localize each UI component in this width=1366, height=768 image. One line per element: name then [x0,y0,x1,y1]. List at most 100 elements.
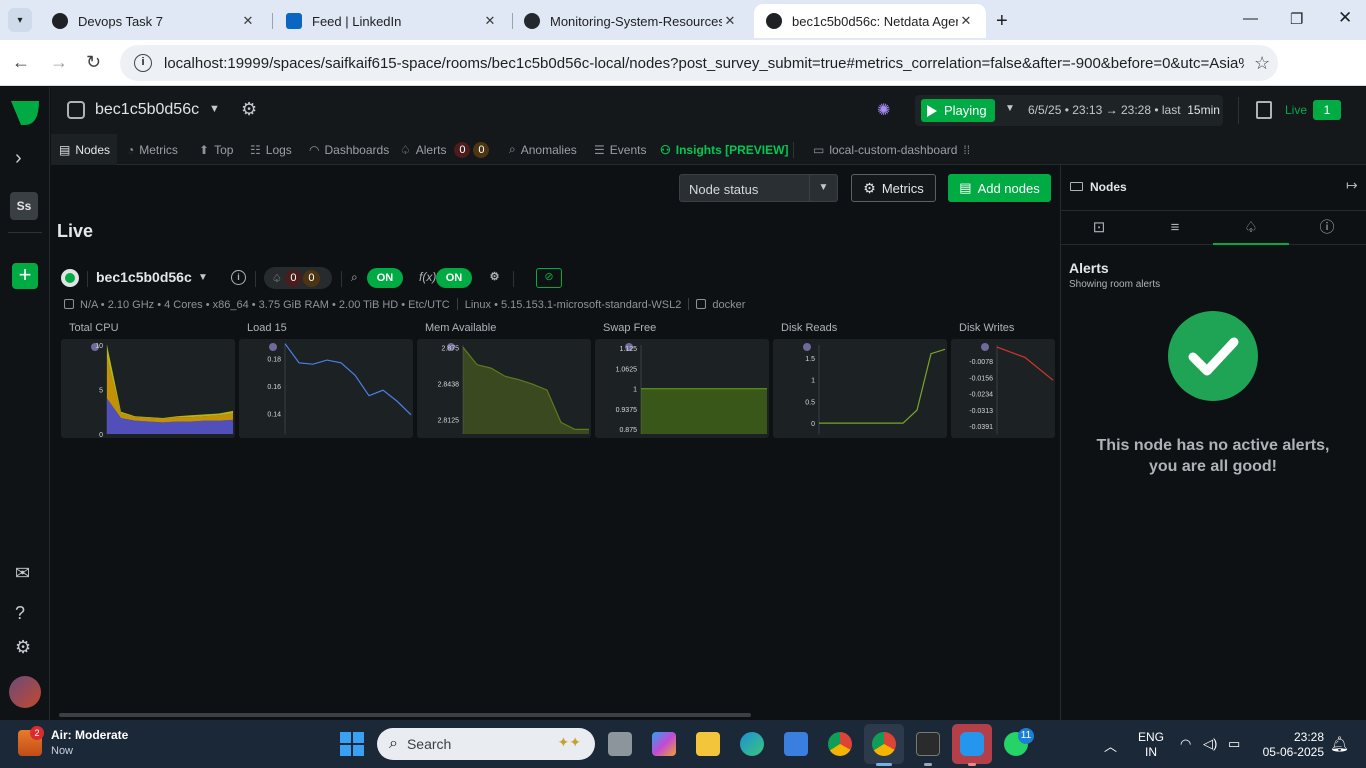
forward-icon[interactable]: → [50,52,68,73]
critical-count: 0 [284,269,302,287]
room-settings-gear-icon[interactable]: ⚙ [241,99,257,120]
drag-handle-icon[interactable]: ⁞⁞ [963,143,970,157]
y-tick-label: 1.125 [619,346,637,353]
chart-load-15[interactable]: 0.18 0.16 0.14 [239,339,413,438]
chart-disk-reads[interactable]: 1.5 1 0.5 0 [773,339,947,438]
create-space-button[interactable]: + [12,263,38,289]
tab-alerts-bell-icon[interactable]: ♤ [1213,211,1289,245]
windows-taskbar: 2 Air: Moderate Now ⌕ Search ✦✦ 11 ︿ ENG IN… [0,720,1366,768]
chevron-down-icon[interactable]: ▼ [1005,103,1015,114]
live-node-count-badge[interactable]: 1 [1313,100,1341,120]
docker-icon[interactable] [960,732,984,756]
taskbar-search[interactable]: ⌕ Search ✦✦ [377,728,595,760]
close-tab-icon[interactable]: ✕ [722,13,738,29]
node-name-link[interactable]: bec1c5b0d56c [96,269,192,285]
node-status-select[interactable]: Node status ▼ [679,174,838,202]
y-tick-label: 0.5 [805,399,815,406]
microsoft-store-icon[interactable] [784,732,808,756]
tab-info-icon[interactable]: ⓘ [1289,211,1365,245]
back-icon[interactable]: ← [12,52,30,73]
lightbulb-icon[interactable]: ✺ [877,100,890,120]
chart-swap-free[interactable]: 1.125 1.0625 1 0.9375 0.875 [595,339,769,438]
playing-button[interactable]: Playing [921,99,995,122]
system-clock[interactable]: 23:28 05-06-2025 [1254,730,1324,760]
new-tab-icon[interactable]: + [996,10,1008,33]
netdata-logo-icon[interactable] [9,99,41,127]
ml-on-toggle[interactable]: ON [367,268,403,288]
tab-logs[interactable]: ☷ Logs [250,134,292,165]
settings-gear-icon[interactable]: ⚙ [15,637,31,658]
notifications-bell-icon[interactable]: 🔔︎ [1330,735,1349,753]
tray-overflow-chevron-icon[interactable]: ︿ [1104,736,1117,755]
copilot-icon[interactable] [652,732,676,756]
collapse-panel-icon[interactable]: ↦ [1346,177,1358,194]
address-bar[interactable]: i localhost:19999/spaces/saifkaif615-spa… [120,45,1278,81]
tab-filter-icon[interactable]: ≡ [1137,211,1213,245]
play-label: Playing [944,103,987,118]
url-text[interactable]: localhost:19999/spaces/saifkaif615-space… [164,55,1244,72]
close-tab-icon[interactable]: ✕ [482,13,498,29]
tab-events[interactable]: ☰ Events [594,134,646,165]
chart-disk-writes[interactable]: -0.0078 -0.0156 -0.0234 -0.0313 -0.0391 [951,339,1055,438]
tab-dashboards[interactable]: ◠ Dashboards [309,134,389,165]
help-icon[interactable]: ? [15,603,25,624]
tab-insights[interactable]: ⚇ Insights [PREVIEW] [660,134,788,165]
browser-tab[interactable]: Feed | LinkedIn ✕ [274,4,510,38]
chevron-down-icon[interactable]: ▼ [209,103,220,115]
window-close-icon[interactable]: ✕ [1338,8,1352,28]
restore-icon[interactable]: ❐ [1290,10,1303,28]
tab-metrics[interactable]: ◔ Metrics [127,134,178,165]
terminal-icon[interactable] [916,732,940,756]
browser-tab[interactable]: Monitoring-System-Resources- ✕ [512,4,750,38]
site-info-icon[interactable]: i [134,54,152,72]
file-explorer-icon[interactable] [696,732,720,756]
close-tab-icon[interactable]: ✕ [240,13,256,29]
checkmark-icon [1168,311,1258,401]
metrics-button[interactable]: ⚙ Metrics [851,174,936,202]
user-avatar[interactable] [9,676,41,708]
news-mail-icon[interactable]: ✉ [15,563,30,584]
chevron-down-icon: ▼ [809,175,837,201]
linkedin-icon [286,13,302,29]
tab-nodes[interactable]: ▤ Nodes [51,134,117,165]
windows-start-icon[interactable] [340,732,364,756]
wifi-icon[interactable]: ◠ [1180,736,1191,752]
tab-label: local-custom-dashboard [829,142,958,157]
minimize-icon[interactable]: — [1243,10,1258,27]
weather-title[interactable]: Air: Moderate [51,728,128,742]
server-icon: ▤ [959,180,972,195]
browser-tab-active[interactable]: bec1c5b0d56c: Netdata Agent C ✕ [754,4,986,38]
browser-tab[interactable]: Devops Task 7 ✕ [40,4,268,38]
chrome-icon[interactable] [828,732,852,756]
battery-icon[interactable]: ▭ [1228,736,1240,752]
node-settings-gear-icon[interactable]: ⚙ [487,270,502,285]
reload-icon[interactable]: ↻ [86,52,101,73]
chart-mem-available[interactable]: 2.875 2.8438 2.8125 [417,339,591,438]
notifications-mute-button[interactable]: ⊘ [536,268,562,288]
info-icon[interactable]: i [231,270,246,285]
chart-total-cpu[interactable]: 10 5 0 [61,339,235,438]
tab-anomalies[interactable]: ⌕ Anomalies [509,134,577,165]
space-avatar[interactable]: Ss [10,192,38,220]
horizontal-scrollbar[interactable] [59,713,751,717]
tab-node-info-icon[interactable]: ⊡ [1061,211,1137,245]
expand-sidebar-icon[interactable]: › [15,147,22,170]
room-name[interactable]: bec1c5b0d56c [95,101,199,119]
tab-search-button[interactable]: ▾ [8,8,32,32]
chrome-profile-icon[interactable] [872,732,896,756]
add-nodes-button[interactable]: ▤ Add nodes [948,174,1051,202]
tab-alerts[interactable]: ♤ Alerts 00 [400,134,490,165]
nodes-icon[interactable] [1256,101,1272,119]
bookmark-star-icon[interactable]: ☆ [1254,53,1270,74]
tab-top[interactable]: ⬆ Top [199,134,233,165]
node-alerts-pill[interactable]: ♤ 0 0 [264,267,332,289]
chevron-down-icon[interactable]: ▼ [198,272,208,283]
fx-on-toggle[interactable]: ON [436,268,472,288]
edge-icon[interactable] [740,732,764,756]
volume-icon[interactable]: ◁) [1203,736,1217,752]
language-indicator[interactable]: ENG IN [1138,730,1164,760]
tab-local-custom-dashboard[interactable]: ▭ local-custom-dashboard ⁞⁞ [813,134,975,165]
time-range-picker[interactable]: 6/5/25 • 23:13 → 23:28 • last 15min [1028,103,1220,117]
task-view-icon[interactable] [608,732,632,756]
close-tab-icon[interactable]: ✕ [958,13,974,29]
